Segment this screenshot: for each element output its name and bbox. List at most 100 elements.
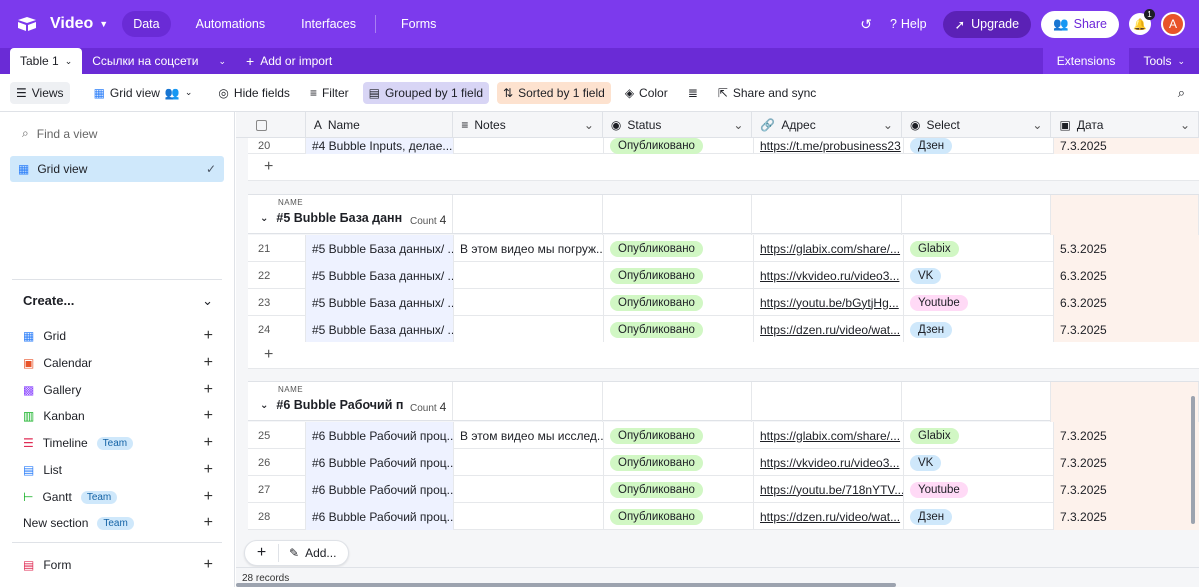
sort-button[interactable]: ⇅ Sorted by 1 field	[497, 81, 611, 104]
date-cell[interactable]: 7.3.2025	[1054, 503, 1199, 530]
table-row[interactable]: 25 #6 Bubble Рабочий проц... В этом видео …	[248, 422, 1199, 449]
share-button[interactable]: 👥 Share	[1041, 10, 1119, 38]
status-cell[interactable]: Опубликовано	[604, 449, 754, 476]
address-cell[interactable]: https://t.me/probusiness23	[754, 138, 904, 154]
create-new-section[interactable]: New section Team +	[23, 513, 213, 533]
notes-cell[interactable]: В этом видео мы исслед...	[454, 422, 604, 449]
name-cell[interactable]: #6 Bubble Рабочий проц...	[306, 422, 454, 449]
base-name[interactable]: Video ▼	[50, 15, 108, 33]
tab-forms[interactable]: Forms	[390, 11, 447, 37]
chevron-down-icon[interactable]: ⌄	[260, 213, 268, 224]
address-cell[interactable]: https://dzen.ru/video/wat...	[754, 503, 904, 530]
notes-cell[interactable]: В этом видео мы погруж...	[454, 235, 604, 262]
name-cell[interactable]: #5 Bubble База данных/ ...	[306, 289, 454, 316]
notes-cell[interactable]	[454, 138, 604, 154]
add-record-button[interactable]: +	[248, 342, 1199, 369]
tab-interfaces[interactable]: Interfaces	[290, 11, 367, 37]
date-cell[interactable]: 7.3.2025	[1054, 316, 1199, 343]
views-button[interactable]: ☰ Views	[10, 81, 70, 104]
table-row[interactable]: 26 #6 Bubble Рабочий проц... Опубликовано h…	[248, 449, 1199, 476]
table-row[interactable]: 23 #5 Bubble База данных/ ... Опубликовано…	[248, 289, 1199, 316]
group-header[interactable]: NAME ⌄ #5 Bubble База данн Count 4	[248, 194, 1199, 235]
address-cell[interactable]: https://glabix.com/share/...	[754, 235, 904, 262]
address-cell[interactable]: https://youtu.be/718nYTV...	[754, 476, 904, 503]
status-cell[interactable]: Опубликовано	[604, 289, 754, 316]
create-kanban[interactable]: ▥ Kanban +	[23, 406, 213, 426]
select-cell[interactable]: Youtube	[904, 476, 1054, 503]
address-cell[interactable]: https://glabix.com/share/...	[754, 422, 904, 449]
notifications-button[interactable]: 🔔 1	[1129, 9, 1155, 35]
airtable-logo-icon[interactable]	[16, 16, 38, 32]
create-list[interactable]: ▤ List +	[23, 460, 213, 480]
select-cell[interactable]: Дзен	[904, 316, 1054, 343]
column-header-select[interactable]: ◉ Select ⌄	[902, 112, 1052, 138]
add-record-plus-button[interactable]: +	[245, 544, 279, 562]
status-cell[interactable]: Опубликовано	[604, 138, 754, 154]
name-cell[interactable]: #6 Bubble Рабочий проц...	[306, 449, 454, 476]
notes-cell[interactable]	[454, 262, 604, 289]
history-icon[interactable]: ↺	[860, 16, 872, 33]
address-cell[interactable]: https://dzen.ru/video/wat...	[754, 316, 904, 343]
select-cell[interactable]: Glabix	[904, 422, 1054, 449]
find-view-input[interactable]: ⌕ Find a view	[22, 126, 97, 141]
date-cell[interactable]: 7.3.2025	[1054, 476, 1199, 503]
add-or-import-button[interactable]: + Add or import	[236, 48, 342, 74]
hide-fields-button[interactable]: ◎ Hide fields	[212, 82, 296, 104]
name-cell[interactable]: #5 Bubble База данных/ ...	[306, 262, 454, 289]
column-header-notes[interactable]: ≡ Notes ⌄	[453, 112, 603, 138]
tables-menu-button[interactable]: ⌄	[209, 48, 237, 74]
status-cell[interactable]: Опубликовано	[604, 235, 754, 262]
notes-cell[interactable]	[454, 476, 604, 503]
group-header[interactable]: NAME ⌄ #6 Bubble Рабочий п Count 4	[248, 381, 1199, 422]
horizontal-scrollbar[interactable]	[236, 583, 896, 587]
table-row[interactable]: 22 #5 Bubble База данных/ ... Опубликовано…	[248, 262, 1199, 289]
status-cell[interactable]: Опубликовано	[604, 503, 754, 530]
address-cell[interactable]: https://vkvideo.ru/video3...	[754, 262, 904, 289]
select-cell[interactable]: VK	[904, 262, 1054, 289]
table-row[interactable]: 28 #6 Bubble Рабочий проц... Опубликовано h…	[248, 503, 1199, 530]
row-height-button[interactable]: ≣	[682, 82, 704, 104]
search-icon[interactable]: ⌕	[1178, 85, 1185, 101]
create-gantt[interactable]: ⊢ Gantt Team +	[23, 487, 213, 507]
date-cell[interactable]: 7.3.2025	[1054, 138, 1199, 154]
address-cell[interactable]: https://youtu.be/bGytjHg...	[754, 289, 904, 316]
notes-cell[interactable]	[454, 316, 604, 343]
filter-button[interactable]: ≡ Filter	[304, 82, 355, 104]
status-cell[interactable]: Опубликовано	[604, 476, 754, 503]
column-header-status[interactable]: ◉ Status ⌄	[603, 112, 753, 138]
name-cell[interactable]: #6 Bubble Рабочий проц...	[306, 503, 454, 530]
select-cell[interactable]: VK	[904, 449, 1054, 476]
notes-cell[interactable]	[454, 503, 604, 530]
column-header-name[interactable]: A Name	[306, 112, 454, 138]
table-row[interactable]: 24 #5 Bubble База данных/ ... Опубликовано…	[248, 316, 1199, 343]
notes-cell[interactable]	[454, 449, 604, 476]
upgrade-button[interactable]: ➚ Upgrade	[942, 10, 1032, 38]
group-button[interactable]: ▤ Grouped by 1 field	[362, 81, 490, 104]
table-row[interactable]: 21 #5 Bubble База данных/ ... В этом видео…	[248, 235, 1199, 262]
select-cell[interactable]: Дзен	[904, 138, 1054, 154]
select-all-checkbox[interactable]	[236, 112, 306, 138]
status-cell[interactable]: Опубликовано	[604, 316, 754, 343]
table-tab-active[interactable]: Table 1 ⌄	[10, 48, 83, 74]
sidebar-item-grid-view[interactable]: ▦ Grid view ✓	[10, 156, 224, 182]
create-grid[interactable]: ▦ Grid +	[23, 326, 213, 346]
create-form[interactable]: ▤ Form +	[23, 555, 213, 575]
select-cell[interactable]: Glabix	[904, 235, 1054, 262]
name-cell[interactable]: #5 Bubble База данных/ ...	[306, 235, 454, 262]
address-cell[interactable]: https://vkvideo.ru/video3...	[754, 449, 904, 476]
table-tab[interactable]: Ссылки на соцсети	[82, 48, 208, 74]
add-menu-button[interactable]: ✎ Add...	[279, 546, 348, 560]
color-button[interactable]: ◈ Color	[619, 82, 674, 104]
table-row[interactable]: 27 #6 Bubble Рабочий проц... Опубликовано h…	[248, 476, 1199, 503]
help-button[interactable]: ? Help	[890, 17, 927, 31]
share-sync-button[interactable]: ⇱ Share and sync	[712, 82, 822, 104]
date-cell[interactable]: 7.3.2025	[1054, 422, 1199, 449]
status-cell[interactable]: Опубликовано	[604, 422, 754, 449]
create-calendar[interactable]: ▣ Calendar +	[23, 353, 213, 373]
column-header-date[interactable]: ▣ Дата ⌄	[1051, 112, 1199, 138]
name-cell[interactable]: #4 Bubble Inputs, делае...	[306, 138, 454, 154]
tab-automations[interactable]: Automations	[185, 11, 276, 37]
chevron-down-icon[interactable]: ⌄	[260, 400, 268, 411]
notes-cell[interactable]	[454, 289, 604, 316]
avatar[interactable]: A	[1161, 12, 1185, 36]
